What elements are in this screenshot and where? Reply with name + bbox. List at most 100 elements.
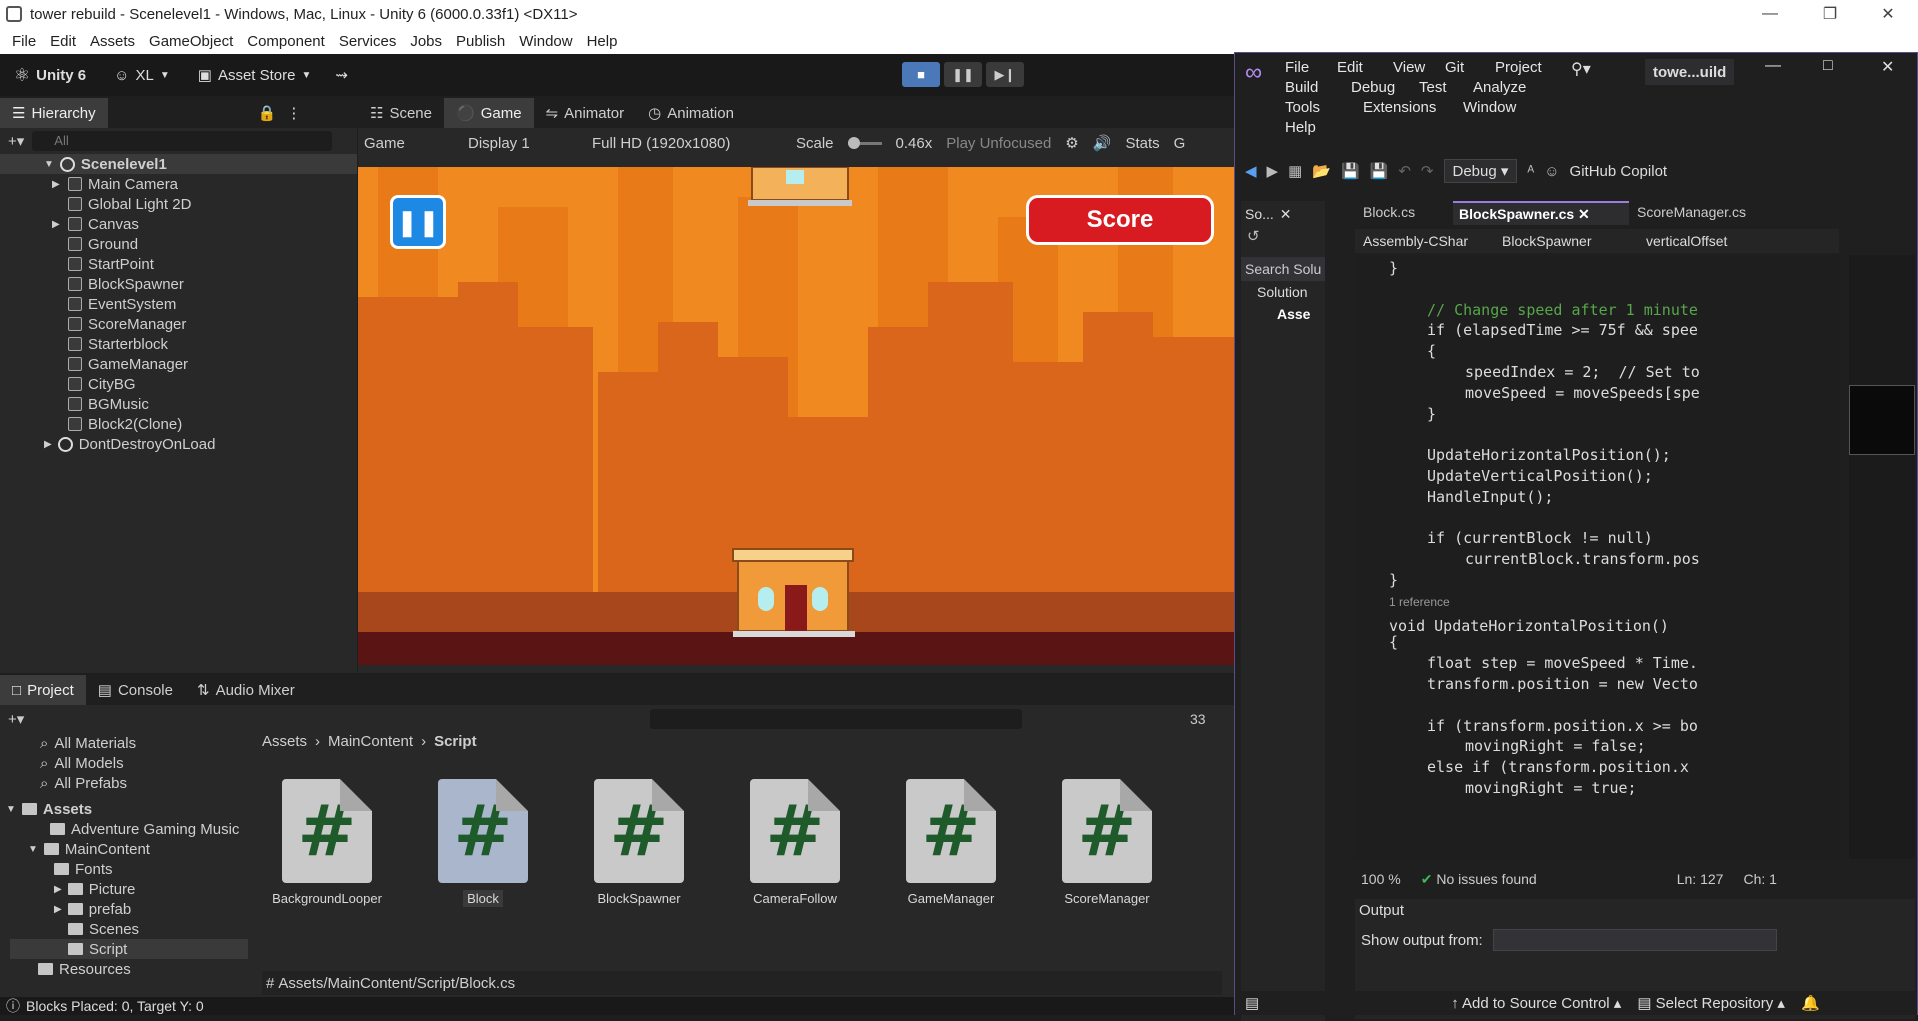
- gizmos-button[interactable]: G: [1174, 135, 1186, 152]
- vs-menu-edit[interactable]: Edit: [1337, 59, 1363, 76]
- menu-services[interactable]: Services: [339, 33, 397, 50]
- vs-menu-debug[interactable]: Debug: [1351, 79, 1395, 96]
- tab-animation[interactable]: ◷ Animation: [636, 98, 746, 128]
- add-icon[interactable]: +▾: [8, 132, 24, 150]
- vs-menu-git[interactable]: Git: [1445, 59, 1464, 76]
- redo-icon[interactable]: ↷: [1421, 162, 1434, 180]
- breadcrumb-maincontent[interactable]: MainContent: [328, 733, 413, 750]
- folder-item[interactable]: Script: [10, 939, 248, 959]
- project-search-input[interactable]: [650, 709, 1022, 729]
- vs-menu-view[interactable]: View: [1393, 59, 1425, 76]
- vs-menu-build[interactable]: Build: [1285, 79, 1318, 96]
- code-editor[interactable]: } // Change speed after 1 minute if (elaps…: [1355, 255, 1839, 859]
- menu-help[interactable]: Help: [587, 33, 618, 50]
- menu-assets[interactable]: Assets: [90, 33, 135, 50]
- pause-game-button[interactable]: ❚❚: [390, 195, 446, 249]
- bell-icon[interactable]: 🔔: [1801, 994, 1820, 1012]
- vs-search-icon[interactable]: ⚲▾: [1571, 59, 1591, 79]
- minimize-icon[interactable]: —: [1744, 0, 1796, 28]
- script-asset[interactable]: # Block: [418, 779, 548, 907]
- script-asset[interactable]: # ScoreManager: [1042, 779, 1172, 906]
- scale-slider[interactable]: [847, 136, 882, 149]
- forward-icon[interactable]: ▶: [1267, 162, 1279, 180]
- unity-logo-button[interactable]: ⚛ Unity 6: [14, 65, 86, 86]
- dontdestroy-row[interactable]: ▶ DontDestroyOnLoad: [0, 434, 357, 454]
- menu-edit[interactable]: Edit: [50, 33, 76, 50]
- hierarchy-item[interactable]: GameManager: [40, 354, 357, 374]
- copilot-button[interactable]: GitHub Copilot: [1570, 163, 1668, 180]
- folder-item[interactable]: Fonts: [10, 859, 248, 879]
- output-source-dropdown[interactable]: [1492, 929, 1777, 951]
- display-dropdown[interactable]: Display 1: [468, 135, 578, 152]
- chevron-right-icon[interactable]: ▶: [44, 439, 52, 450]
- solution-node[interactable]: Solution: [1241, 281, 1325, 303]
- undo-icon[interactable]: ↶: [1398, 162, 1411, 180]
- vs-menu-analyze[interactable]: Analyze: [1473, 79, 1526, 96]
- lock-icon[interactable]: 🔒: [258, 104, 277, 122]
- menu-jobs[interactable]: Jobs: [410, 33, 442, 50]
- menu-gameobject[interactable]: GameObject: [149, 33, 233, 50]
- tab-audio-mixer[interactable]: ⇅ Audio Mixer: [184, 675, 307, 705]
- hierarchy-item[interactable]: BGMusic: [40, 394, 357, 414]
- assembly-node[interactable]: Asse: [1241, 303, 1325, 325]
- hierarchy-item[interactable]: EventSystem: [40, 294, 357, 314]
- vs-menu-file[interactable]: File: [1285, 59, 1309, 76]
- hierarchy-item[interactable]: StartPoint: [40, 254, 357, 274]
- script-asset[interactable]: # CameraFollow: [730, 779, 860, 906]
- folder-item[interactable]: ▶ prefab: [10, 899, 248, 919]
- tab-blockspawner-cs[interactable]: BlockSpawner.cs ✕: [1453, 201, 1629, 225]
- favorite-item[interactable]: ⌕ All Prefabs: [10, 773, 248, 793]
- account-dropdown[interactable]: ☺ XL ▼: [114, 67, 170, 84]
- vs-minimize-icon[interactable]: —: [1765, 57, 1781, 75]
- config-dropdown[interactable]: Debug ▾: [1443, 159, 1518, 183]
- menu-window[interactable]: Window: [519, 33, 572, 50]
- chevron-down-icon[interactable]: ▼: [28, 844, 38, 855]
- menu-file[interactable]: File: [12, 33, 36, 50]
- step-button[interactable]: ▶❙: [986, 62, 1024, 87]
- tab-block-cs[interactable]: Block.cs: [1355, 201, 1453, 225]
- hierarchy-search-input[interactable]: All: [32, 131, 333, 151]
- hierarchy-item[interactable]: ▶ Main Camera: [40, 174, 357, 194]
- chevron-down-icon[interactable]: ▼: [6, 804, 16, 815]
- script-asset[interactable]: # BlockSpawner: [574, 779, 704, 906]
- back-icon[interactable]: ◀: [1245, 162, 1257, 180]
- solution-search-input[interactable]: Search Solu: [1241, 257, 1325, 281]
- hierarchy-item[interactable]: Global Light 2D: [40, 194, 357, 214]
- code-minimap[interactable]: [1849, 255, 1915, 859]
- close-icon[interactable]: ✕: [1862, 0, 1914, 28]
- new-item-icon[interactable]: ▦: [1288, 162, 1302, 180]
- folder-item[interactable]: Adventure Gaming Music: [10, 819, 248, 839]
- notification-list-icon[interactable]: ▤: [1245, 994, 1259, 1012]
- copilot-icon[interactable]: ☺: [1544, 163, 1559, 180]
- nav-class-dropdown[interactable]: BlockSpawner: [1502, 233, 1632, 249]
- tab-project[interactable]: □ Project: [0, 675, 86, 705]
- hierarchy-item[interactable]: ScoreManager: [40, 314, 357, 334]
- select-repo-button[interactable]: ▤ Select Repository ▴: [1637, 994, 1785, 1012]
- resolution-dropdown[interactable]: Full HD (1920x1080): [592, 135, 782, 152]
- chevron-down-icon[interactable]: ▼: [44, 159, 54, 170]
- hierarchy-item[interactable]: Starterblock: [40, 334, 357, 354]
- sync-icon[interactable]: ↺: [1247, 228, 1260, 245]
- nav-project-dropdown[interactable]: Assembly-CShar: [1363, 233, 1488, 249]
- breadcrumb-script[interactable]: Script: [434, 733, 477, 750]
- vs-menu-test[interactable]: Test: [1419, 79, 1447, 96]
- folder-item[interactable]: Scenes: [10, 919, 248, 939]
- nav-member-dropdown[interactable]: verticalOffset: [1646, 233, 1727, 249]
- menu-component[interactable]: Component: [247, 33, 325, 50]
- tab-animator[interactable]: ⇋ Animator: [533, 98, 637, 128]
- tab-console[interactable]: ▤ Console: [85, 675, 185, 705]
- hierarchy-item[interactable]: Block2(Clone): [40, 414, 357, 434]
- vs-maximize-icon[interactable]: □: [1823, 57, 1833, 75]
- play-focus-dropdown[interactable]: Play Unfocused: [946, 135, 1051, 152]
- hierarchy-item[interactable]: BlockSpawner: [40, 274, 357, 294]
- close-icon[interactable]: ✕: [1280, 206, 1292, 223]
- favorite-item[interactable]: ⌕ All Models: [10, 753, 248, 773]
- vs-close-icon[interactable]: ✕: [1881, 57, 1894, 77]
- game-mode-dropdown[interactable]: Game: [364, 135, 454, 152]
- spell-icon[interactable]: ᴬ: [1527, 163, 1534, 180]
- folder-item[interactable]: ▼ MainContent: [10, 839, 248, 859]
- open-icon[interactable]: 📂: [1312, 162, 1331, 180]
- hierarchy-item[interactable]: Ground: [40, 234, 357, 254]
- save-all-icon[interactable]: 💾: [1370, 162, 1389, 180]
- version-control-icon[interactable]: ⇝: [335, 66, 348, 84]
